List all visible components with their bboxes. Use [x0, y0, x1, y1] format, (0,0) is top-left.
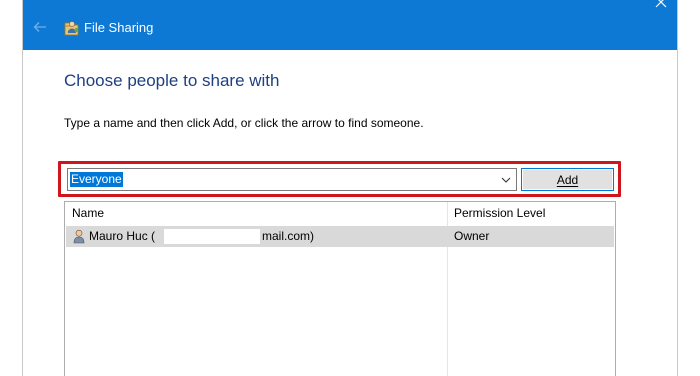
file-sharing-icon	[64, 21, 79, 36]
user-icon	[73, 229, 85, 244]
name-combobox[interactable]: Everyone	[67, 168, 517, 191]
window-title: File Sharing	[84, 20, 154, 35]
close-icon	[655, 0, 667, 8]
back-button[interactable]	[29, 16, 51, 38]
column-header-name[interactable]: Name	[72, 206, 104, 220]
screenshot-stage: File Sharing Choose people to share with…	[0, 0, 700, 376]
instruction-text: Type a name and then click Add, or click…	[64, 116, 424, 130]
column-header-permission[interactable]: Permission Level	[454, 206, 545, 220]
dropdown-arrow-button[interactable]	[498, 172, 513, 187]
row-user-name: Mauro Huc (	[89, 229, 156, 243]
list-header: Name Permission Level	[65, 202, 615, 224]
close-button[interactable]	[649, 0, 673, 12]
add-button[interactable]: Add	[521, 168, 614, 191]
row-email-suffix: mail.com)	[262, 229, 315, 243]
name-input[interactable]	[68, 169, 494, 190]
redacted-email	[164, 229, 260, 244]
title-bar: File Sharing	[23, 0, 677, 50]
page-heading: Choose people to share with	[64, 71, 280, 90]
table-row[interactable]: Mauro Huc ( mail.com) Owner	[66, 226, 614, 247]
share-list[interactable]: Name Permission Level Mauro Huc ( mail.c…	[64, 201, 616, 376]
file-sharing-window: File Sharing Choose people to share with…	[22, 0, 678, 376]
back-arrow-icon	[33, 22, 46, 32]
row-permission[interactable]: Owner	[454, 229, 489, 243]
chevron-down-icon	[501, 177, 510, 183]
